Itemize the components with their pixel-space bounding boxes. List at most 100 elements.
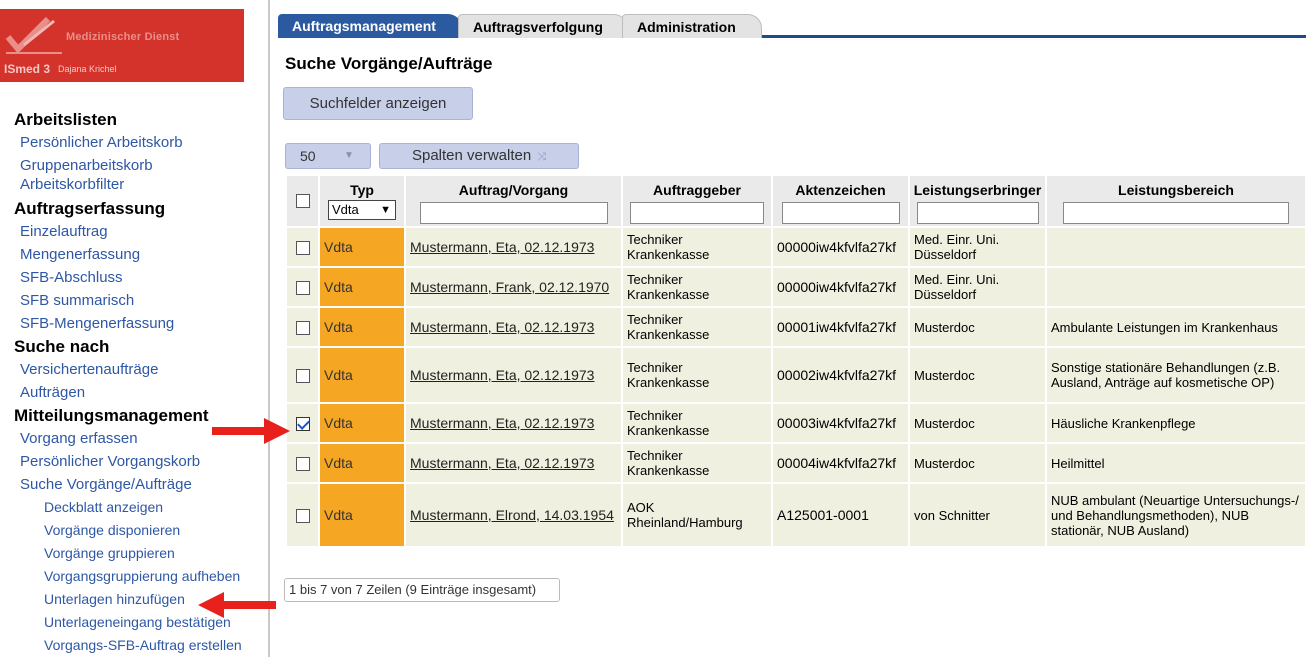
table-row[interactable]: Vdta Mustermann, Eta, 02.12.1973 Techniker… — [285, 442, 1306, 484]
aktenzeichen-filter-input[interactable] — [781, 202, 900, 224]
table-row[interactable]: Vdta Mustermann, Eta, 02.12.1973 Techniker… — [285, 306, 1306, 348]
row-select-checkbox — [285, 482, 320, 548]
sidebar-subitem-vorgaenge-gruppieren[interactable]: Vorgänge gruppieren — [14, 542, 264, 565]
cell-typ: Vdta — [318, 402, 406, 444]
cell-leistungserbringer: Med. Einr. Uni. Düsseldorf — [908, 226, 1047, 268]
cell-typ: Vdta — [318, 306, 406, 348]
sidebar-nav: Arbeitslisten Persönlicher Arbeitskorb G… — [14, 108, 264, 657]
header-aktenzeichen: Aktenzeichen — [771, 174, 910, 228]
app-root: Medizinischer Dienst ISmed 3 Dajana Kric… — [0, 0, 1306, 657]
row-checkbox[interactable] — [295, 508, 310, 523]
sidebar-item-sfb-summarisch[interactable]: SFB summarisch — [14, 289, 264, 312]
sidebar-item-persoenlicher-vorgangskorb[interactable]: Persönlicher Vorgangskorb — [14, 450, 264, 473]
tab-administration[interactable]: Administration — [622, 14, 762, 38]
cell-auftraggeber: Techniker Krankenkasse — [621, 402, 773, 444]
logo-app-name: ISmed 3 — [4, 62, 51, 76]
cell-aktenzeichen: 00000iw4kfvlfa27kf — [771, 226, 910, 268]
cell-auftraggeber: Techniker Krankenkasse — [621, 226, 773, 268]
cell-aktenzeichen: A125001-0001 — [771, 482, 910, 548]
header-leistungserbringer-label: Leistungserbringer — [913, 182, 1042, 198]
manage-columns-label: Spalten verwalten — [411, 147, 532, 164]
header-leistungsbereich-label: Leistungsbereich — [1118, 182, 1234, 198]
sidebar-item-arbeitskorbfilter[interactable]: Arbeitskorbfilter — [14, 177, 264, 197]
table-row[interactable]: Vdta Mustermann, Elrond, 14.03.1954 AOK Rh… — [285, 482, 1306, 548]
row-checkbox[interactable] — [295, 416, 310, 431]
cell-leistungserbringer: Musterdoc — [908, 346, 1047, 404]
header-auftraggeber: Auftraggeber — [621, 174, 773, 228]
cell-auftrag-link[interactable]: Mustermann, Eta, 02.12.1973 — [404, 346, 623, 404]
sidebar-subitem-vorgangs-sfb-auftrag-erstellen[interactable]: Vorgangs-SFB-Auftrag erstellen — [14, 634, 264, 657]
row-checkbox[interactable] — [295, 240, 310, 255]
page-size-value: 50 — [300, 148, 316, 164]
table-row[interactable]: Vdta Mustermann, Eta, 02.12.1973 Techniker… — [285, 346, 1306, 404]
auftrag-filter-input[interactable] — [419, 202, 608, 224]
cell-auftrag-link[interactable]: Mustermann, Elrond, 14.03.1954 — [404, 482, 623, 548]
row-select-checkbox — [285, 306, 320, 348]
sidebar-subitem-vorgangsgruppierung-aufheben[interactable]: Vorgangsgruppierung aufheben — [14, 565, 264, 588]
sidebar-item-auftraegen[interactable]: Aufträgen — [14, 381, 264, 404]
table-row[interactable]: Vdta Mustermann, Eta, 02.12.1973 Techniker… — [285, 402, 1306, 444]
tab-auftragsmanagement[interactable]: Auftragsmanagement — [278, 14, 462, 38]
auftraggeber-filter-input[interactable] — [630, 202, 764, 224]
cell-auftraggeber: Techniker Krankenkasse — [621, 346, 773, 404]
check-swoosh-icon — [5, 16, 62, 54]
sidebar-item-sfb-mengenerfassung[interactable]: SFB-Mengenerfassung — [14, 312, 264, 335]
sidebar-item-einzelauftrag[interactable]: Einzelauftrag — [14, 220, 264, 243]
cell-aktenzeichen: 00002iw4kfvlfa27kf — [771, 346, 910, 404]
row-checkbox[interactable] — [295, 368, 310, 383]
cell-leistungserbringer: Med. Einr. Uni. Düsseldorf — [908, 266, 1047, 308]
row-select-checkbox — [285, 266, 320, 308]
sidebar-item-mengenerfassung[interactable]: Mengenerfassung — [14, 243, 264, 266]
cell-auftrag-link[interactable]: Mustermann, Eta, 02.12.1973 — [404, 442, 623, 484]
manage-columns-button[interactable]: Spalten verwalten ⤨ — [379, 143, 579, 169]
sidebar-item-gruppenarbeitskorb[interactable]: Gruppenarbeitskorb — [14, 154, 264, 177]
cell-auftrag-link[interactable]: Mustermann, Eta, 02.12.1973 — [404, 402, 623, 444]
sidebar-item-suche-vorgaenge[interactable]: Suche Vorgänge/Aufträge — [14, 473, 264, 496]
chevron-down-icon: ▼ — [380, 204, 391, 216]
show-search-fields-button[interactable]: Suchfelder anzeigen — [283, 87, 473, 120]
header-typ-label: Typ — [350, 182, 374, 198]
sidebar-subitem-vorgaenge-disponieren[interactable]: Vorgänge disponieren — [14, 519, 264, 542]
cell-auftraggeber: Techniker Krankenkasse — [621, 442, 773, 484]
header-select-all — [285, 174, 320, 228]
tab-auftragsverfolgung[interactable]: Auftragsverfolgung — [458, 14, 628, 38]
cell-leistungsbereich: Heilmittel — [1045, 442, 1306, 484]
sidebar-divider — [268, 0, 270, 657]
shuffle-icon: ⤨ — [537, 151, 547, 163]
sidebar-item-versichertenauftraege[interactable]: Versichertenaufträge — [14, 358, 264, 381]
typ-filter-select[interactable]: Vdta ▼ — [328, 200, 396, 220]
table-row[interactable]: Vdta Mustermann, Eta, 02.12.1973 Techniker… — [285, 226, 1306, 268]
row-checkbox[interactable] — [295, 280, 310, 295]
row-checkbox[interactable] — [295, 320, 310, 335]
cell-leistungserbringer: Musterdoc — [908, 402, 1047, 444]
tab-bar: Auftragsmanagement Auftragsverfolgung Ad… — [278, 14, 1306, 38]
header-leistungsbereich: Leistungsbereich — [1045, 174, 1306, 228]
sidebar-item-sfb-abschluss[interactable]: SFB-Abschluss — [14, 266, 264, 289]
cell-typ: Vdta — [318, 266, 406, 308]
sidebar-subitem-deckblatt-anzeigen[interactable]: Deckblatt anzeigen — [14, 496, 264, 519]
chevron-down-icon: ▼ — [344, 150, 354, 161]
cell-auftraggeber: AOK Rheinland/Hamburg — [621, 482, 773, 548]
nav-heading-arbeitslisten: Arbeitslisten — [14, 110, 117, 129]
typ-filter-value: Vdta — [332, 202, 359, 217]
header-aktenzeichen-label: Aktenzeichen — [795, 182, 886, 198]
cell-typ: Vdta — [318, 442, 406, 484]
cell-auftraggeber: Techniker Krankenkasse — [621, 306, 773, 348]
cell-auftrag-link[interactable]: Mustermann, Eta, 02.12.1973 — [404, 306, 623, 348]
cell-leistungserbringer: Musterdoc — [908, 306, 1047, 348]
cell-leistungsbereich: Häusliche Krankenpflege — [1045, 402, 1306, 444]
cell-typ: Vdta — [318, 346, 406, 404]
cell-typ: Vdta — [318, 482, 406, 548]
cell-aktenzeichen: 00000iw4kfvlfa27kf — [771, 266, 910, 308]
cell-auftrag-link[interactable]: Mustermann, Frank, 02.12.1970 — [404, 266, 623, 308]
table-row[interactable]: Vdta Mustermann, Frank, 02.12.1970 Technik… — [285, 266, 1306, 308]
leistungserbringer-filter-input[interactable] — [916, 202, 1039, 224]
page-size-select[interactable]: 50 ▼ — [285, 143, 371, 169]
leistungsbereich-filter-input[interactable] — [1063, 202, 1289, 224]
row-select-checkbox — [285, 346, 320, 404]
row-checkbox[interactable] — [295, 456, 310, 471]
select-all-checkbox[interactable] — [295, 194, 310, 209]
nav-heading-auftragserfassung: Auftragserfassung — [14, 199, 166, 218]
cell-auftrag-link[interactable]: Mustermann, Eta, 02.12.1973 — [404, 226, 623, 268]
sidebar-item-persoenlicher-arbeitskorb[interactable]: Persönlicher Arbeitskorb — [14, 131, 264, 154]
